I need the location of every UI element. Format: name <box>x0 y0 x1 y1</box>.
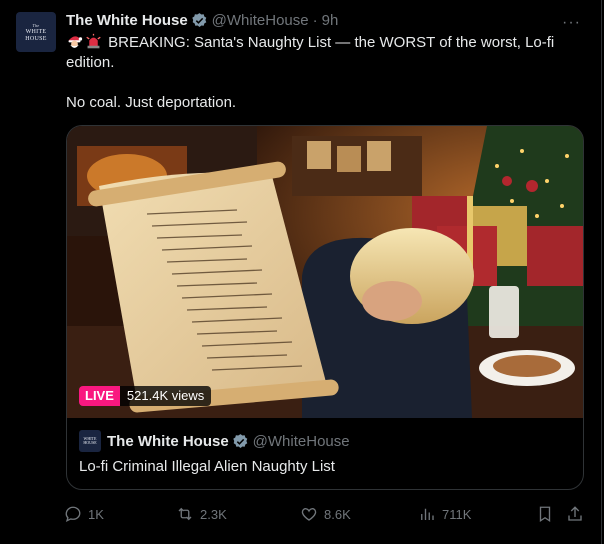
avatar-text: HOUSE <box>83 440 97 445</box>
live-indicator: LIVE 521.4K views <box>79 386 212 406</box>
quote-avatar: WHITE HOUSE <box>79 430 101 452</box>
reply-icon <box>65 506 81 523</box>
analytics-icon <box>421 508 434 520</box>
tweet-text-line2: No coal. Just deportation. <box>66 94 237 111</box>
quoted-post-card[interactable]: LIVE 521.4K views WHITE HOUSE The White … <box>66 125 584 490</box>
heart-icon <box>301 508 317 521</box>
views-count: 711K <box>442 506 472 522</box>
repost-icon <box>178 507 192 521</box>
like-count: 8.6K <box>324 506 351 522</box>
repost-count: 2.3K <box>200 506 227 522</box>
tweet-text-line1: BREAKING: Santa's Naughty List — the WOR… <box>66 34 559 71</box>
quote-title: Lo-fi Criminal Illegal Alien Naughty Lis… <box>79 458 335 475</box>
share-button[interactable] <box>566 502 590 526</box>
video-player[interactable]: LIVE 521.4K views <box>67 126 583 418</box>
author-handle[interactable]: @WhiteHouse <box>212 12 309 29</box>
tweet-header: The White House @WhiteHouse · 9h <box>66 10 338 30</box>
share-icon <box>568 506 582 521</box>
police-light-emoji-icon <box>86 33 101 49</box>
separator-dot: · <box>312 11 318 29</box>
post-time[interactable]: 9h <box>322 12 339 29</box>
reply-count: 1K <box>88 506 104 522</box>
live-badge: LIVE <box>79 386 120 406</box>
avatar[interactable]: The WHITE HOUSE <box>16 12 56 52</box>
verified-badge-icon <box>191 12 206 27</box>
tweet[interactable]: The WHITE HOUSE The White House @WhiteHo… <box>0 0 602 544</box>
reply-button[interactable]: 1K <box>64 502 104 526</box>
view-count: 521.4K views <box>119 386 212 406</box>
bookmark-button[interactable] <box>536 502 560 526</box>
quote-author-handle: @WhiteHouse <box>252 432 350 450</box>
quote-author-name: The White House <box>107 432 229 450</box>
santa-emoji-icon <box>68 36 83 48</box>
more-options-icon[interactable]: ··· <box>562 14 581 32</box>
avatar-text: HOUSE <box>25 35 47 42</box>
author-name[interactable]: The White House <box>66 12 188 29</box>
tweet-text: BREAKING: Santa's Naughty List — the WOR… <box>66 33 586 113</box>
avatar-text: The <box>32 22 40 28</box>
avatar-text: WHITE <box>25 28 47 35</box>
action-bar: 1K 2.3K 8.6K 711K <box>64 502 586 526</box>
like-button[interactable]: 8.6K <box>300 502 351 526</box>
views-button[interactable]: 711K <box>418 502 471 526</box>
repost-button[interactable]: 2.3K <box>176 502 227 526</box>
quote-info[interactable]: WHITE HOUSE The White House @WhiteHouse … <box>67 418 583 489</box>
verified-badge-icon <box>232 433 247 448</box>
bookmark-icon <box>539 506 551 523</box>
video-frame <box>67 126 583 418</box>
